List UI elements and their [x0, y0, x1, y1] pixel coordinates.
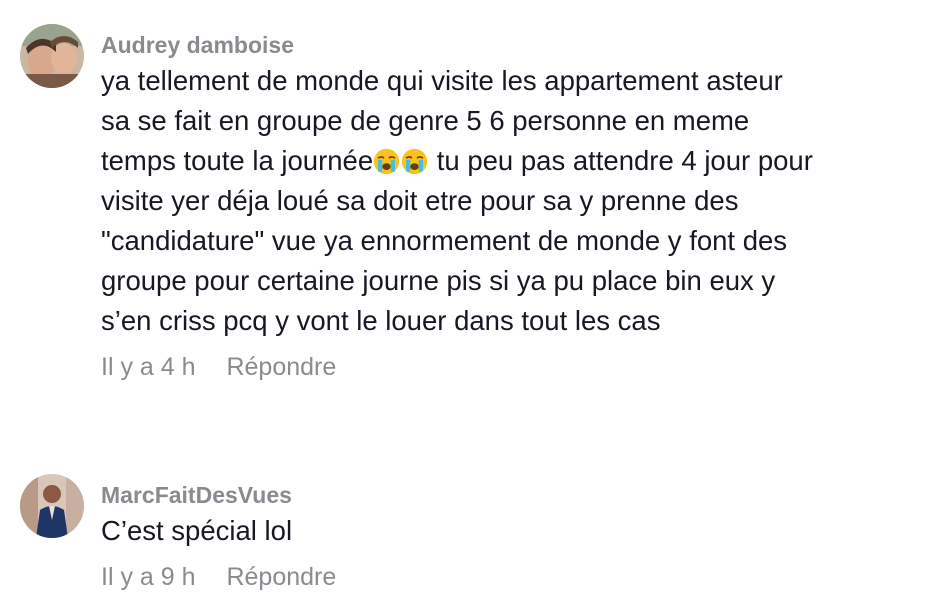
reply-button[interactable]: Répondre	[226, 355, 336, 380]
loudly-crying-face-emoji-icon	[401, 148, 428, 175]
comment-text-line: groupe pour certaine journe pis si ya pu…	[101, 265, 776, 296]
timestamp: Il y a 4 h	[101, 353, 196, 381]
comment-body: Audrey damboise ya tellement de monde qu…	[101, 34, 924, 380]
username[interactable]: MarcFaitDesVues	[101, 484, 924, 507]
comment: Audrey damboise ya tellement de monde qu…	[20, 24, 924, 380]
comment-text-line: "candidature" vue ya ennormement de mond…	[101, 225, 788, 256]
avatar[interactable]	[20, 474, 84, 538]
comment-text-line: visite yer déja loué sa doit etre pour s…	[101, 185, 739, 216]
comment-text: C’est spécial lol	[101, 511, 924, 551]
comment-text-line: sa se fait en groupe de genre 5 6 person…	[101, 105, 750, 136]
username[interactable]: Audrey damboise	[101, 34, 924, 57]
comment-text-line: temps toute la journée tu peu pas attend…	[101, 141, 924, 181]
comment-text-segment: tu peu pas attendre 4 jour pour	[429, 145, 813, 176]
loudly-crying-face-emoji-icon	[373, 148, 400, 175]
comment-body: MarcFaitDesVues C’est spécial lol Il y a…	[101, 484, 924, 590]
timestamp: Il y a 9 h	[101, 563, 196, 591]
reply-button[interactable]: Répondre	[226, 565, 336, 590]
avatar[interactable]	[20, 24, 84, 88]
comment-meta: Il y a 9 h Répondre	[101, 565, 924, 590]
comment-text: ya tellement de monde qui visite les app…	[101, 61, 924, 341]
comment-text-line: C’est spécial lol	[101, 515, 293, 546]
comment: MarcFaitDesVues C’est spécial lol Il y a…	[20, 474, 924, 590]
comment-meta: Il y a 4 h Répondre	[101, 355, 924, 380]
comment-text-line: ya tellement de monde qui visite les app…	[101, 65, 783, 96]
comment-text-segment: temps toute la journée	[101, 145, 374, 176]
comment-text-line: s’en criss pcq y vont le louer dans tout…	[101, 305, 661, 336]
